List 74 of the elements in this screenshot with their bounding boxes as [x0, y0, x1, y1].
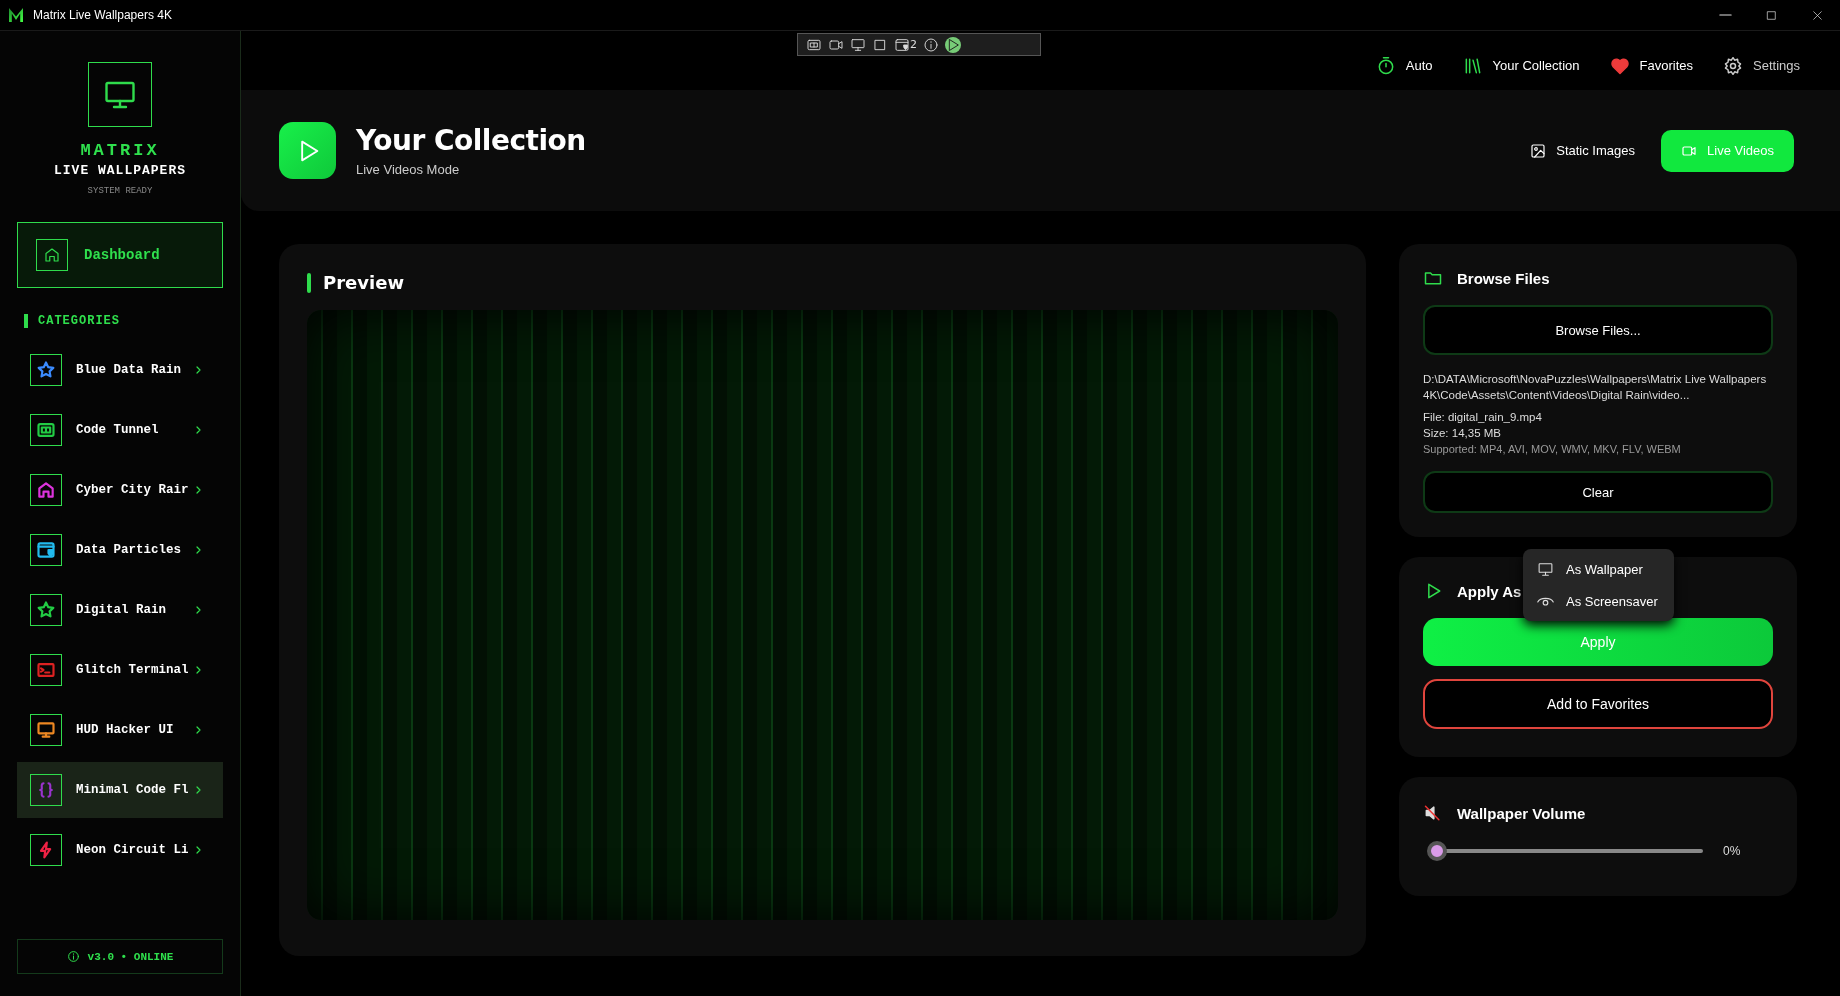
category-label: Neon Circuit Li: [76, 843, 188, 857]
category-item[interactable]: Cyber City Rair: [17, 462, 223, 518]
monitor-icon: [1537, 560, 1554, 578]
supported-formats: Supported: MP4, AVI, MOV, WMV, MKV, FLV, WEBM: [1423, 443, 1682, 455]
category-item[interactable]: Digital Rain: [17, 582, 223, 638]
mode-tab[interactable]: Static Images: [1510, 129, 1655, 172]
window-title: Matrix Live Wallpapers 4K: [33, 8, 172, 22]
nav-link[interactable]: Settings: [1723, 55, 1800, 76]
image-icon: [1530, 142, 1547, 159]
chevron-icon: [196, 666, 201, 674]
card-title: Wallpaper Volume: [1457, 804, 1586, 822]
section-heading: CATEGORIES: [24, 314, 240, 328]
settings-icon: [1723, 55, 1743, 76]
volume-reading: 0%: [1723, 844, 1741, 858]
logo-subtitle: LIVE WALLPAPERS: [54, 163, 186, 178]
category-item[interactable]: HUD Hacker UI: [17, 702, 223, 758]
category-item[interactable]: Blue Data Rain: [17, 342, 223, 398]
category-label: Minimal Code Fl: [76, 783, 188, 797]
minimize-icon: [1718, 14, 1732, 16]
app-logo-icon: [9, 8, 23, 22]
category-label: Blue Data Rain: [76, 363, 183, 377]
accent-bar: [307, 272, 311, 293]
logo-title: MATRIX: [80, 141, 160, 160]
chevron-icon: [196, 606, 201, 614]
chevron-icon: [196, 786, 201, 794]
card-title: Browse Files: [1457, 269, 1550, 287]
page-title: Your Collection: [356, 124, 586, 157]
category-label: Cyber City Rair: [76, 483, 188, 497]
category-item[interactable]: Minimal Code Fl: [17, 762, 223, 818]
category-item[interactable]: Neon Circuit Li: [17, 822, 223, 878]
add-to-favorites-button[interactable]: Add to Favorites: [1423, 679, 1773, 729]
category-item[interactable]: Data Particles: [17, 522, 223, 578]
file-size: Size: 14,35 MB: [1423, 427, 1502, 439]
category-label: Digital Rain: [76, 603, 167, 617]
menu-item[interactable]: As Wallpaper: [1523, 553, 1674, 585]
card-title: Apply As: [1457, 582, 1522, 600]
category-label: Data Particles: [76, 543, 183, 557]
file-path: D:\DATA\Microsoft\NovaPuzzles\Wallpapers\Matrix Live Wallpapers 4K\Code\Assets\Content\Videos\Digital Rain\video...: [1423, 372, 1768, 403]
toolbar-tool-icon: [850, 36, 866, 53]
nav-link[interactable]: Your Collection: [1462, 55, 1580, 76]
toolbar-tool-icon: [894, 36, 910, 53]
chevron-icon: [196, 486, 201, 494]
info-icon: [66, 950, 80, 963]
browse-files-button[interactable]: Browse Files...: [1423, 305, 1773, 355]
category-item[interactable]: Glitch Terminal: [17, 642, 223, 698]
status-text: SYSTEM READY: [87, 186, 153, 196]
play-icon: [279, 122, 336, 179]
category-label: HUD Hacker UI: [76, 723, 175, 737]
eye-icon: [1537, 596, 1554, 606]
nav-link[interactable]: Favorites: [1609, 55, 1693, 76]
version-text: v3.0 • ONLINE: [87, 950, 174, 963]
file-name: File: digital_rain_9.mp4: [1423, 411, 1543, 423]
home-icon: [43, 246, 61, 264]
nav-link[interactable]: Auto: [1375, 55, 1433, 76]
category-label: Glitch Terminal: [76, 663, 188, 677]
close-icon: [1810, 8, 1824, 22]
chevron-icon: [196, 546, 201, 554]
chevron-icon: [196, 426, 201, 434]
chevron-icon: [196, 846, 201, 854]
volume-slider[interactable]: [1427, 841, 1703, 861]
category-label: Code Tunnel: [76, 423, 160, 437]
menu-item[interactable]: As Screensaver: [1523, 585, 1674, 617]
page-subtitle: Live Videos Mode: [356, 162, 461, 177]
chevron-icon: [196, 366, 201, 374]
clear-button[interactable]: Clear: [1423, 471, 1773, 513]
slider-thumb[interactable]: [1427, 841, 1447, 861]
maximize-icon: [1764, 8, 1778, 22]
error-count: 2: [910, 38, 917, 51]
heart-icon: [1609, 55, 1630, 76]
card-title: Preview: [323, 272, 405, 293]
category-item[interactable]: Code Tunnel: [17, 402, 223, 458]
dashboard-button[interactable]: Dashboard: [17, 222, 223, 288]
muted-speaker-icon: [1423, 803, 1443, 823]
chevron-icon: [196, 726, 201, 734]
